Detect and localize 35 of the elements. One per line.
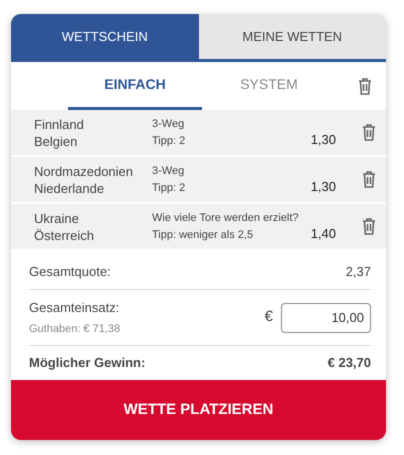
tip-label: Tipp: 2 [152, 134, 186, 148]
total-odds-label: Gesamtquote: [29, 262, 111, 281]
team-name: Niederlande [34, 180, 106, 196]
team-name: Belgien [34, 132, 78, 150]
stake-label: Gesamteinsatz: [29, 299, 120, 317]
odds-value: 1,30 [310, 178, 336, 196]
tip-label: Tipp: weniger als 2,5 [152, 228, 254, 242]
delete-button[interactable] [362, 218, 376, 235]
delete-button[interactable] [362, 124, 376, 141]
odds-value: 1,40 [310, 224, 336, 242]
trash-icon [362, 218, 376, 235]
tab[interactable]: WETTSCHEIN [11, 14, 198, 59]
trash-icon [362, 171, 376, 188]
team-name: Finnland [34, 116, 85, 132]
currency-symbol: € [264, 307, 273, 328]
win-value: € 23,70 [328, 354, 371, 372]
total-odds-value: 2,37 [346, 262, 371, 281]
balance-text: Guthaben: € 71,38 [29, 322, 120, 336]
win-label: Möglicher Gewinn: [29, 354, 146, 372]
trash-icon [362, 124, 376, 141]
trash-icon [358, 78, 372, 94]
tab[interactable]: SYSTEM [202, 62, 336, 110]
tab[interactable]: MEINE WETTEN [198, 14, 386, 59]
market-label: Wie viele Tore werden erzielt? [152, 210, 300, 226]
delete-button[interactable] [362, 171, 376, 188]
stake-input[interactable]: 10,00 [281, 302, 371, 332]
market-label: 3-Weg [152, 116, 186, 132]
place-bet-button[interactable]: WETTE PLATZIEREN [11, 380, 386, 440]
team-name: Österreich [34, 226, 95, 244]
tip-label: Tipp: 2 [152, 180, 186, 196]
team-name: Ukraine [34, 210, 80, 226]
odds-value: 1,30 [310, 130, 336, 148]
delete-button[interactable] [358, 78, 372, 94]
market-label: 3-Weg [152, 164, 186, 178]
team-name: Nordmazedonien [34, 162, 134, 180]
